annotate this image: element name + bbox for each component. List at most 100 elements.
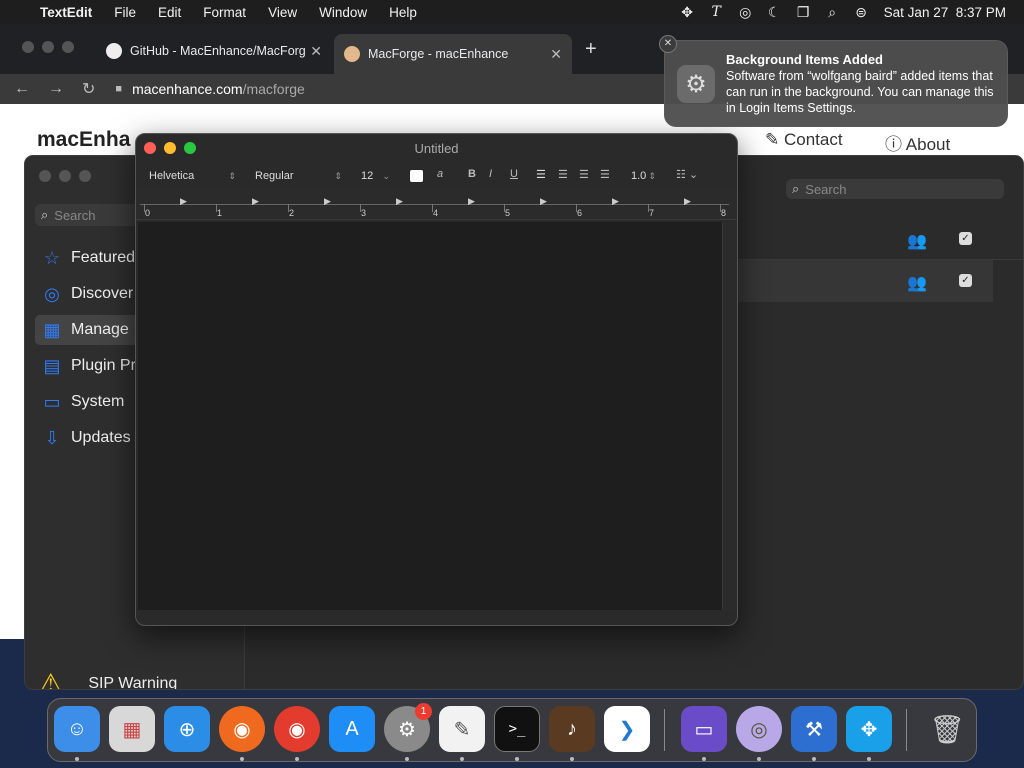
browser-close-button[interactable]: [22, 41, 34, 53]
chevron-down-icon: ⌄: [382, 170, 390, 181]
font-family-select[interactable]: Helvetica ⇕: [144, 167, 240, 185]
plugin-icon: ▤: [43, 355, 61, 376]
dock-garageband[interactable]: ♪: [549, 706, 595, 752]
menu-app-name[interactable]: TextEdit: [29, 5, 103, 20]
align-center-icon[interactable]: ☰: [558, 168, 568, 181]
tab-stop-marker[interactable]: ▶: [468, 196, 475, 207]
nav-about-label: About: [905, 135, 951, 154]
background-items-notification[interactable]: ✕ ⚙ Background Items Added Software from…: [659, 35, 1008, 127]
site-logo[interactable]: macEnha: [37, 128, 130, 152]
align-left-icon[interactable]: ☰: [536, 168, 546, 181]
ruler-tick: [720, 204, 721, 212]
browser-tab-macforge[interactable]: MacForge - macEnhance ✕: [334, 34, 572, 74]
menu-format[interactable]: Format: [192, 5, 257, 20]
notification-close-icon[interactable]: ✕: [659, 35, 677, 53]
spotlight-search-icon[interactable]: ⌕: [825, 4, 840, 20]
ruler-number: 6: [577, 208, 583, 218]
moon-icon[interactable]: ☾: [767, 4, 782, 20]
download-icon: ⇩: [44, 427, 60, 448]
ruler[interactable]: 0 ▶ 1 ▶ 2 ▶ 3 ▶ 4 ▶ 5 ▶ 6 ▶ 7 ▶ 8: [136, 190, 737, 220]
dock-xcode[interactable]: ⚒: [791, 706, 837, 752]
align-right-icon[interactable]: ☰: [579, 168, 589, 181]
dock-terminal[interactable]: >_: [494, 706, 540, 752]
dock-finder[interactable]: ☺: [54, 706, 100, 752]
menu-file[interactable]: File: [103, 5, 147, 20]
close-button[interactable]: [144, 142, 156, 154]
nav-about[interactable]: ⓘ About: [885, 130, 950, 155]
justify-icon[interactable]: ☰: [600, 168, 610, 181]
menu-help[interactable]: Help: [378, 5, 428, 20]
url-path: /macforge: [242, 81, 305, 97]
sip-warning[interactable]: ⚠ SIP Warning: [39, 668, 178, 690]
dock-launchpad[interactable]: ▦: [109, 706, 155, 752]
users-icon: 👥: [907, 233, 927, 250]
minimize-button[interactable]: [164, 142, 176, 154]
typeface-icon[interactable]: T: [709, 4, 724, 20]
font-family-value: Helvetica: [149, 170, 195, 182]
running-indicator: [515, 757, 519, 761]
dock-drive[interactable]: ▭: [681, 706, 727, 752]
macforge-zoom-button[interactable]: [79, 170, 91, 182]
dock-safari[interactable]: ⊕: [164, 706, 210, 752]
notification-title: Background Items Added: [726, 52, 883, 67]
discover-icon: ◎: [44, 283, 60, 304]
font-style-value: Regular: [255, 170, 294, 182]
swirl-icon[interactable]: ◎: [738, 4, 753, 20]
menu-window[interactable]: Window: [308, 5, 378, 20]
url-field[interactable]: macenhance.com/macforge: [132, 81, 305, 97]
screens-icon[interactable]: ❐: [796, 4, 811, 20]
dock-app-store[interactable]: A: [329, 706, 375, 752]
close-icon[interactable]: ✕: [550, 46, 562, 63]
nav-contact[interactable]: ✎ Contact: [765, 130, 843, 150]
control-center-icon[interactable]: ⊜: [854, 4, 869, 20]
font-style-select[interactable]: Regular ⇕: [250, 167, 346, 185]
tab-stop-marker[interactable]: ▶: [612, 196, 619, 207]
menu-view[interactable]: View: [257, 5, 308, 20]
tab-stop-marker[interactable]: ▶: [684, 196, 691, 207]
bold-button[interactable]: B: [468, 168, 476, 180]
dock-vscode[interactable]: ❯: [604, 706, 650, 752]
sidebar-item-label: Manage: [71, 321, 129, 338]
menu-clock[interactable]: Sat Jan 27 8:37 PM: [876, 5, 1024, 20]
document-text-area[interactable]: [138, 222, 722, 610]
manage-icon: ▦: [43, 319, 61, 340]
dock-chrome[interactable]: ◉: [274, 706, 320, 752]
tab-stop-marker[interactable]: ▶: [540, 196, 547, 207]
browser-zoom-button[interactable]: [62, 41, 74, 53]
reload-icon[interactable]: ↻: [82, 79, 95, 99]
tab-stop-marker[interactable]: ▶: [252, 196, 259, 207]
highlight-color-icon[interactable]: a: [437, 168, 443, 180]
ruler-number: 1: [217, 208, 223, 218]
browser-tab-github[interactable]: GitHub - MacEnhance/MacForg ✕: [96, 36, 332, 66]
macforge-close-button[interactable]: [39, 170, 51, 182]
back-icon[interactable]: ←: [14, 80, 30, 98]
underline-button[interactable]: U: [510, 168, 518, 180]
dock-separator: [664, 709, 665, 751]
tab-stop-marker[interactable]: ▶: [180, 196, 187, 207]
sip-warning-label: SIP Warning: [88, 674, 178, 690]
tab-stop-marker[interactable]: ▶: [396, 196, 403, 207]
dock-firefox[interactable]: ◉: [219, 706, 265, 752]
menu-edit[interactable]: Edit: [147, 5, 192, 20]
dock-trash[interactable]: 🗑: [924, 706, 970, 752]
forward-icon[interactable]: →: [48, 80, 64, 98]
dock-alfred[interactable]: ◎: [736, 706, 782, 752]
enabled-checkbox[interactable]: ✓: [959, 232, 972, 245]
enabled-checkbox[interactable]: ✓: [959, 274, 972, 287]
dock-marker[interactable]: ✥: [846, 706, 892, 752]
tab-stop-marker[interactable]: ▶: [324, 196, 331, 207]
zoom-button[interactable]: [184, 142, 196, 154]
macforge-search-input[interactable]: ⌕ Search: [786, 179, 1004, 199]
vertical-scrollbar[interactable]: [722, 222, 737, 610]
diamond-icon[interactable]: ✥: [680, 4, 695, 20]
font-size-select[interactable]: 12 ⌄: [356, 167, 394, 185]
browser-minimize-button[interactable]: [42, 41, 54, 53]
italic-button[interactable]: I: [489, 168, 492, 180]
close-icon[interactable]: ✕: [310, 43, 322, 60]
new-tab-icon[interactable]: +: [585, 38, 597, 61]
dock-textedit[interactable]: ✎: [439, 706, 485, 752]
list-bullets-icon[interactable]: ☷ ⌄: [676, 168, 698, 181]
line-spacing-select[interactable]: 1.0 ⇕: [626, 167, 660, 185]
text-color-well[interactable]: [410, 170, 423, 182]
macforge-minimize-button[interactable]: [59, 170, 71, 182]
